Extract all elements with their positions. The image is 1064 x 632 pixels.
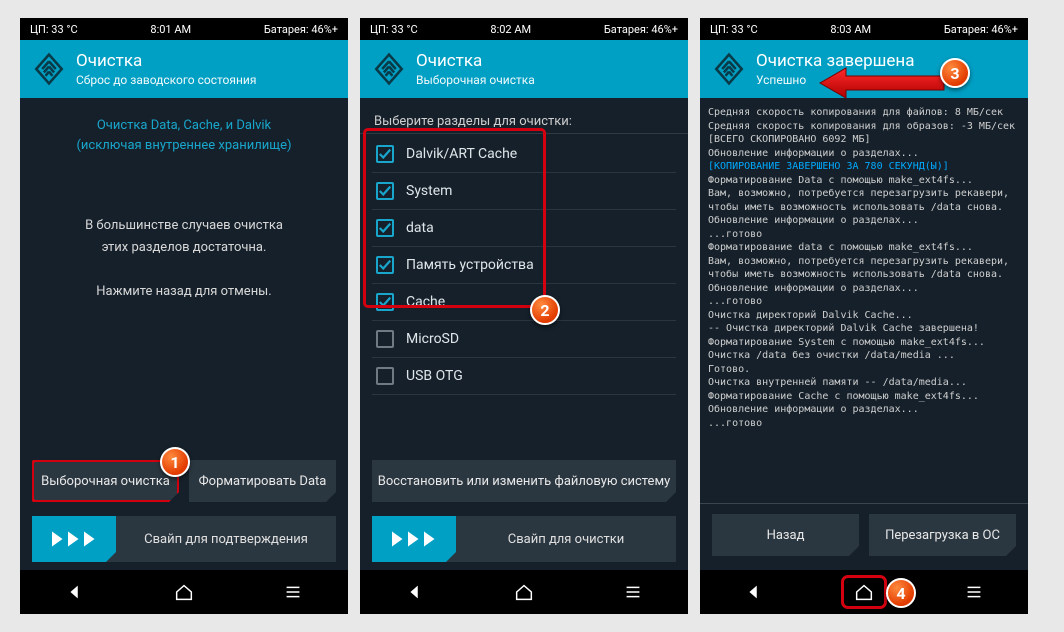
nav-back-icon[interactable] xyxy=(395,578,435,606)
partition-item[interactable]: System xyxy=(372,173,676,210)
partition-item[interactable]: data xyxy=(372,210,676,247)
swipe-to-confirm[interactable]: Свайп для подтверждения xyxy=(32,516,336,562)
nav-home-icon[interactable] xyxy=(504,578,544,606)
back-button-label: Назад xyxy=(767,528,805,543)
cpu-temp: ЦП: 33 °C xyxy=(370,23,418,36)
wipe-description: Очистка Data, Cache, и Dalvik (исключая … xyxy=(32,116,336,155)
checkbox-unchecked-icon[interactable] xyxy=(376,330,394,348)
partition-item[interactable]: MicroSD xyxy=(372,321,676,358)
partition-label: Dalvik/ART Cache xyxy=(406,146,517,162)
back-button[interactable]: Назад xyxy=(712,514,859,556)
partition-label: System xyxy=(406,183,452,199)
checkbox-checked-icon[interactable] xyxy=(376,182,394,200)
battery: Батарея: 46%+ xyxy=(604,23,678,36)
reboot-os-button[interactable]: Перезагрузка в ОС xyxy=(869,514,1016,556)
nav-back-icon[interactable] xyxy=(55,578,95,606)
checkbox-checked-icon[interactable] xyxy=(376,219,394,237)
checkbox-unchecked-icon[interactable] xyxy=(376,367,394,385)
swipe-to-wipe[interactable]: Свайп для очистки xyxy=(372,516,676,562)
cpu-temp: ЦП: 33 °C xyxy=(710,23,758,36)
screen-wipe-complete: ЦП: 33 °C 8:03 AM Батарея: 46%+ Очистка … xyxy=(700,18,1028,614)
repair-fs-label: Восстановить или изменить файловую систе… xyxy=(378,474,670,489)
battery: Батарея: 46%+ xyxy=(264,23,338,36)
nav-menu-icon[interactable] xyxy=(613,578,653,606)
nav-back-icon[interactable] xyxy=(734,578,774,606)
step-badge-2: 2 xyxy=(530,295,560,325)
console-log: Средняя скорость копирования для файлов:… xyxy=(708,106,1022,430)
twrp-logo-icon xyxy=(32,52,66,86)
swipe-arrows-icon xyxy=(32,516,116,562)
wipe-hint: В большинстве случаев очистка этих разде… xyxy=(32,215,336,303)
swipe-arrows-icon xyxy=(372,516,456,562)
format-data-button[interactable]: Форматировать Data xyxy=(189,460,336,502)
clock: 8:03 AM xyxy=(830,23,871,36)
checkbox-checked-icon[interactable] xyxy=(376,293,394,311)
partition-item[interactable]: Cache xyxy=(372,284,676,321)
status-bar: ЦП: 33 °C 8:02 AM Батарея: 46%+ xyxy=(360,18,688,40)
partition-list: Dalvik/ART Cache System data Память устройс… xyxy=(372,136,676,395)
header: Очистка Выборочная очистка xyxy=(360,40,688,98)
page-title: Очистка xyxy=(76,51,256,71)
partition-section-label: Выберите разделы для очистки: xyxy=(374,114,676,129)
step-badge-1: 1 xyxy=(160,447,190,477)
partition-label: MicroSD xyxy=(406,331,459,347)
step-badge-3: 3 xyxy=(940,58,970,88)
nav-home-icon[interactable] xyxy=(164,578,204,606)
step-badge-4: 4 xyxy=(886,578,916,608)
nav-menu-icon[interactable] xyxy=(954,578,994,606)
checkbox-checked-icon[interactable] xyxy=(376,256,394,274)
advanced-wipe-label: Выборочная очистка xyxy=(41,474,170,489)
twrp-logo-icon xyxy=(712,52,746,86)
nav-home-icon[interactable] xyxy=(842,576,886,608)
swipe-label: Свайп для подтверждения xyxy=(116,516,336,562)
checkbox-checked-icon[interactable] xyxy=(376,145,394,163)
partition-label: data xyxy=(406,220,434,236)
nav-bar xyxy=(360,570,688,614)
clock: 8:01 AM xyxy=(150,23,191,36)
page-subtitle: Выборочная очистка xyxy=(416,73,535,87)
battery: Батарея: 46%+ xyxy=(944,23,1018,36)
partition-item[interactable]: USB OTG xyxy=(372,358,676,395)
nav-bar xyxy=(700,570,1028,614)
reboot-os-label: Перезагрузка в ОС xyxy=(885,528,1000,543)
partition-label: USB OTG xyxy=(406,368,463,384)
arrow-icon xyxy=(816,66,946,100)
screen-advanced-wipe: ЦП: 33 °C 8:02 AM Батарея: 46%+ Очистка … xyxy=(360,18,688,614)
screen-wipe-main: ЦП: 33 °C 8:01 AM Батарея: 46%+ Очистка … xyxy=(20,18,348,614)
nav-menu-icon[interactable] xyxy=(273,578,313,606)
cpu-temp: ЦП: 33 °C xyxy=(30,23,78,36)
partition-label: Cache xyxy=(406,294,445,310)
nav-bar xyxy=(20,570,348,614)
status-bar: ЦП: 33 °C 8:01 AM Батарея: 46%+ xyxy=(20,18,348,40)
header: Очистка Сброс до заводского состояния xyxy=(20,40,348,98)
status-bar: ЦП: 33 °C 8:03 AM Батарея: 46%+ xyxy=(700,18,1028,40)
page-subtitle: Сброс до заводского состояния xyxy=(76,73,256,87)
clock: 8:02 AM xyxy=(490,23,531,36)
partition-label: Память устройства xyxy=(406,257,534,273)
page-title: Очистка xyxy=(416,51,535,71)
format-data-label: Форматировать Data xyxy=(199,474,327,489)
partition-item[interactable]: Dalvik/ART Cache xyxy=(372,136,676,173)
twrp-logo-icon xyxy=(372,52,406,86)
repair-fs-button[interactable]: Восстановить или изменить файловую систе… xyxy=(372,460,676,502)
advanced-wipe-button[interactable]: Выборочная очистка xyxy=(32,460,179,502)
partition-item[interactable]: Память устройства xyxy=(372,247,676,284)
swipe-label: Свайп для очистки xyxy=(456,516,676,562)
